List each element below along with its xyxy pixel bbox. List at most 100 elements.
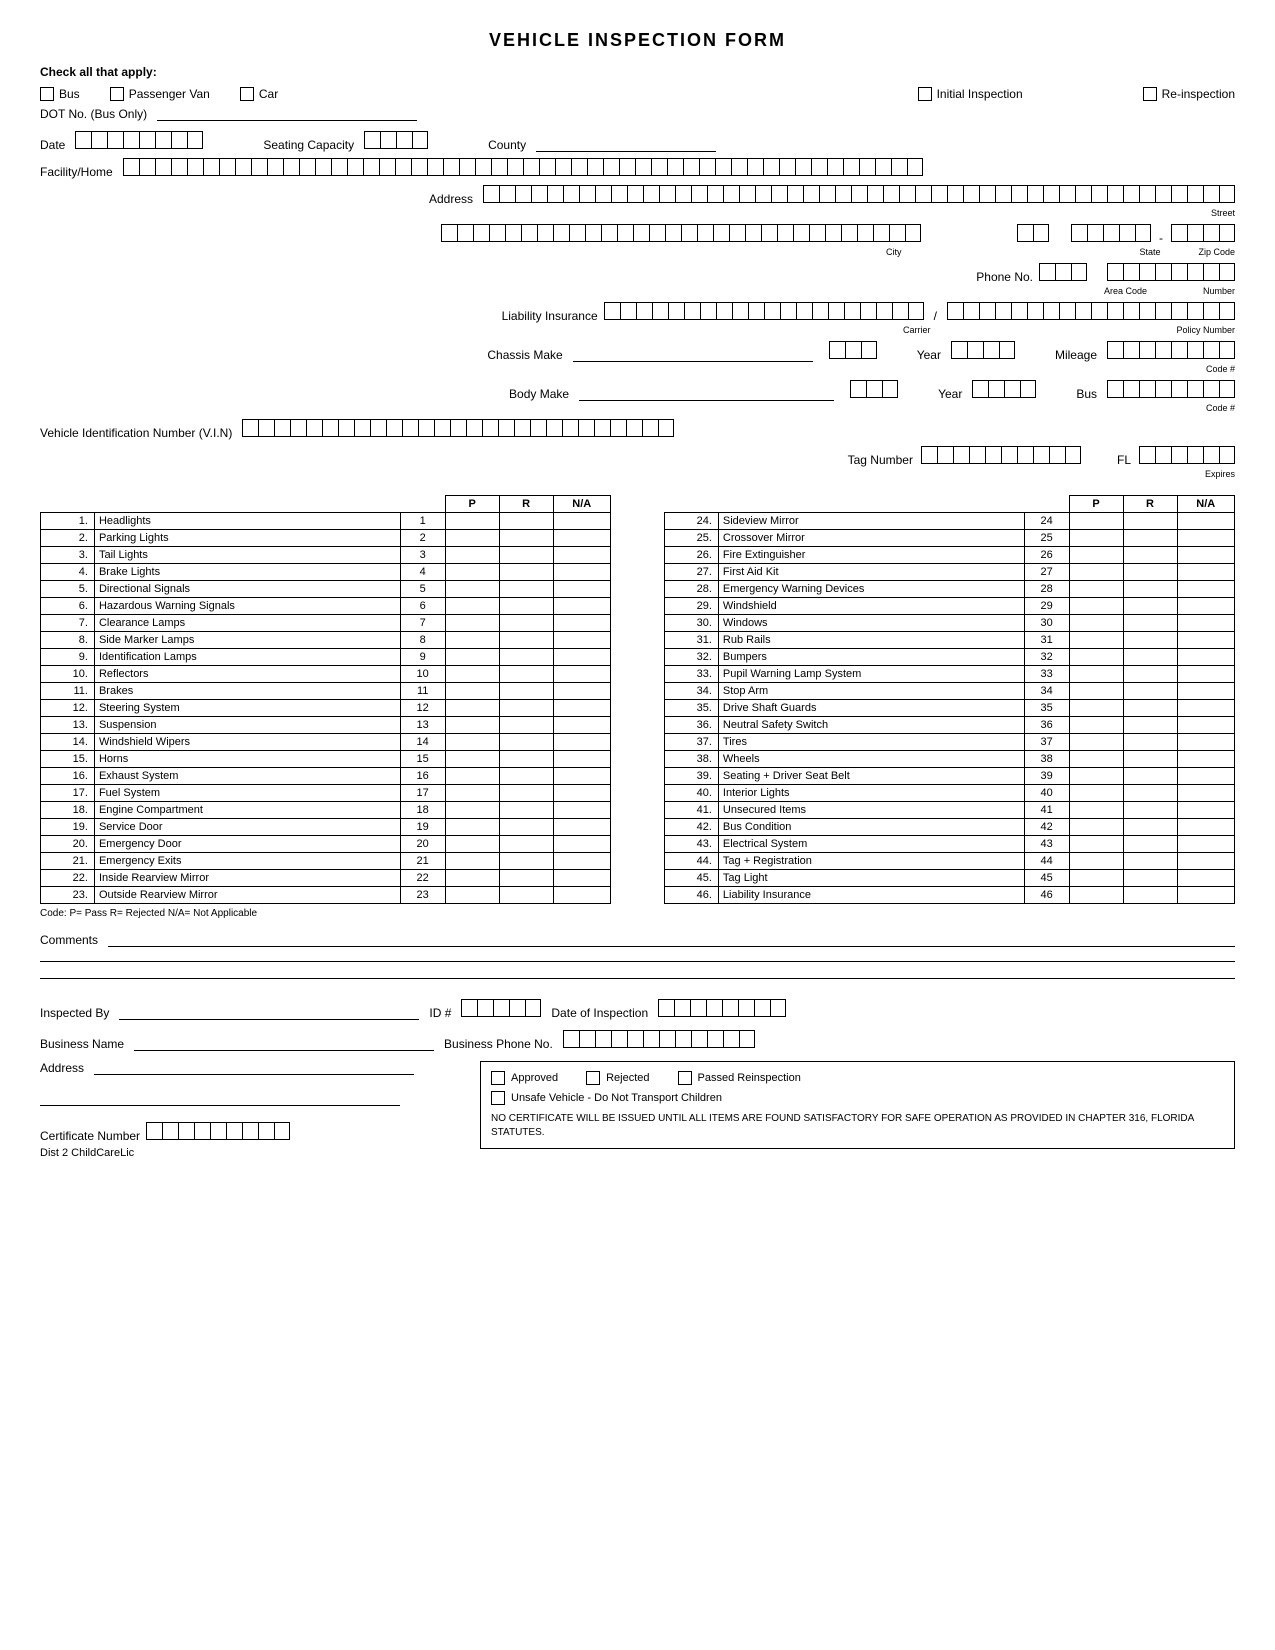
inspection-cell[interactable] [553,836,610,853]
inspection-cell[interactable] [499,819,553,836]
inspection-cell[interactable] [1123,768,1177,785]
inspection-cell[interactable] [499,547,553,564]
inspection-cell[interactable] [445,700,499,717]
inspection-cell[interactable] [1069,564,1123,581]
inspection-cell[interactable] [1069,870,1123,887]
inspection-cell[interactable] [1069,615,1123,632]
inspection-cell[interactable] [445,564,499,581]
inspection-cell[interactable] [445,598,499,615]
date-of-inspection-field[interactable] [658,999,786,1020]
inspection-cell[interactable] [1177,666,1235,683]
inspection-cell[interactable] [553,819,610,836]
inspection-cell[interactable] [445,853,499,870]
inspection-cell[interactable] [1123,513,1177,530]
body-make-field[interactable] [579,400,834,401]
inspection-cell[interactable] [1123,649,1177,666]
inspection-cell[interactable] [1123,632,1177,649]
inspection-cell[interactable] [499,649,553,666]
inspection-cell[interactable] [1177,802,1235,819]
passenger-van-checkbox-box[interactable] [110,87,124,101]
inspection-cell[interactable] [1177,819,1235,836]
inspection-cell[interactable] [553,853,610,870]
body-code-field[interactable] [850,380,898,401]
inspection-cell[interactable] [499,887,553,904]
inspection-cell[interactable] [445,887,499,904]
inspection-cell[interactable] [1069,530,1123,547]
inspection-cell[interactable] [1069,683,1123,700]
inspection-cell[interactable] [1069,598,1123,615]
inspection-cell[interactable] [1069,819,1123,836]
liability-carrier-field[interactable] [604,302,924,323]
inspection-cell[interactable] [1177,768,1235,785]
inspection-cell[interactable] [499,615,553,632]
fl-field[interactable] [1139,446,1235,467]
inspection-cell[interactable] [1069,649,1123,666]
inspection-cell[interactable] [1069,717,1123,734]
inspection-cell[interactable] [499,853,553,870]
inspection-cell[interactable] [445,530,499,547]
inspection-cell[interactable] [1177,853,1235,870]
car-checkbox[interactable]: Car [240,87,278,101]
inspection-cell[interactable] [1177,632,1235,649]
inspection-cell[interactable] [1069,768,1123,785]
inspection-cell[interactable] [553,887,610,904]
chassis-make-field[interactable] [573,361,813,362]
inspection-cell[interactable] [499,513,553,530]
inspection-cell[interactable] [1069,853,1123,870]
inspection-cell[interactable] [445,717,499,734]
cert-field[interactable] [146,1122,290,1143]
inspection-cell[interactable] [445,802,499,819]
business-name-field[interactable] [134,1050,434,1051]
inspection-cell[interactable] [1177,513,1235,530]
inspection-cell[interactable] [1069,632,1123,649]
business-phone-field[interactable] [563,1030,755,1051]
inspection-cell[interactable] [499,700,553,717]
inspection-cell[interactable] [1177,887,1235,904]
comments-field[interactable] [108,946,1235,947]
inspection-cell[interactable] [445,734,499,751]
inspection-cell[interactable] [1123,785,1177,802]
inspection-cell[interactable] [1123,530,1177,547]
inspection-cell[interactable] [553,683,610,700]
inspection-cell[interactable] [1177,683,1235,700]
facility-field[interactable] [123,158,923,179]
seating-field[interactable] [364,131,428,152]
inspection-cell[interactable] [499,564,553,581]
inspection-cell[interactable] [499,785,553,802]
inspection-cell[interactable] [1177,530,1235,547]
inspection-cell[interactable] [553,666,610,683]
inspection-cell[interactable] [499,530,553,547]
inspection-cell[interactable] [1123,598,1177,615]
inspection-cell[interactable] [445,649,499,666]
inspection-cell[interactable] [1123,581,1177,598]
inspection-cell[interactable] [553,530,610,547]
passed-reinspection-checkbox[interactable] [678,1071,692,1085]
date-field[interactable] [75,131,203,152]
inspection-cell[interactable] [553,870,610,887]
unsafe-checkbox[interactable] [491,1091,505,1105]
inspection-cell[interactable] [445,632,499,649]
inspection-cell[interactable] [1123,887,1177,904]
inspection-cell[interactable] [1123,700,1177,717]
inspection-cell[interactable] [1069,581,1123,598]
dot-field[interactable] [157,120,417,121]
chassis-code-field[interactable] [829,341,877,362]
id-field[interactable] [461,999,541,1020]
inspection-cell[interactable] [445,819,499,836]
inspection-cell[interactable] [499,598,553,615]
inspection-cell[interactable] [1069,785,1123,802]
liability-policy-field[interactable] [947,302,1235,323]
inspection-cell[interactable] [499,666,553,683]
inspection-cell[interactable] [1069,802,1123,819]
inspection-cell[interactable] [1123,717,1177,734]
inspection-cell[interactable] [499,870,553,887]
address-zip2-field[interactable] [1171,224,1235,245]
inspection-cell[interactable] [553,547,610,564]
inspection-cell[interactable] [445,513,499,530]
inspection-cell[interactable] [445,870,499,887]
inspected-by-field[interactable] [119,1019,419,1020]
bus-checkbox[interactable]: Bus [40,87,80,101]
inspection-cell[interactable] [1069,836,1123,853]
inspection-cell[interactable] [1177,734,1235,751]
inspection-cell[interactable] [553,768,610,785]
